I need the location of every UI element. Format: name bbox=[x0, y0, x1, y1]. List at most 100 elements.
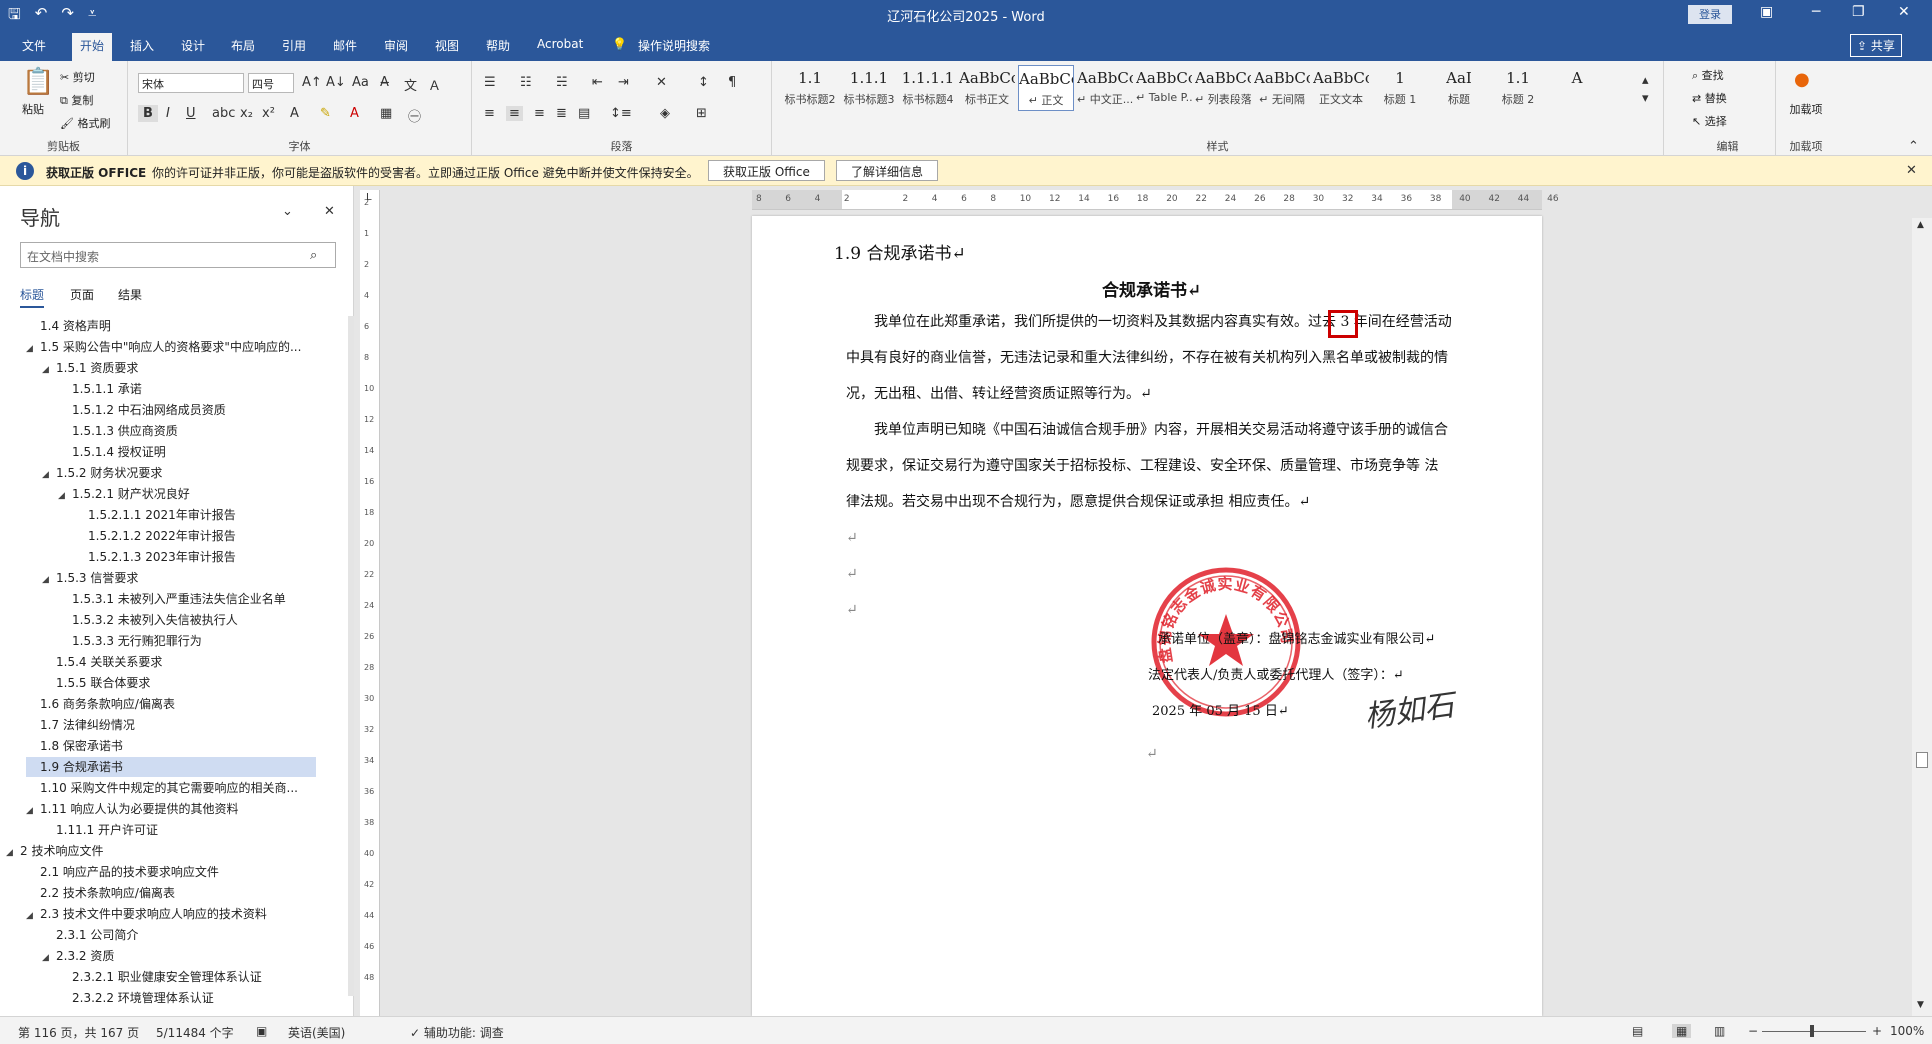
format-painter-button[interactable]: 🖌 格式刷 bbox=[60, 115, 110, 131]
tab-file[interactable]: 文件 bbox=[22, 37, 46, 54]
find-button[interactable]: ⌕ 查找 bbox=[1692, 67, 1724, 83]
style-item[interactable]: AaBbCcDdE 标书正文 bbox=[959, 65, 1015, 111]
search-icon[interactable]: ⌕ bbox=[310, 248, 317, 263]
style-item[interactable]: AaBbCcDd ↵ Table P... bbox=[1136, 65, 1192, 111]
chinese-layout-icon[interactable]: ✕ bbox=[656, 75, 667, 90]
align-left-icon[interactable]: ≡ bbox=[484, 106, 495, 121]
multilevel-list-icon[interactable]: ☵ bbox=[556, 75, 568, 90]
numbering-icon[interactable]: ☷ bbox=[520, 75, 532, 90]
font-size-combo[interactable]: 四号 bbox=[248, 73, 294, 93]
expand-triangle-icon[interactable]: ◢ bbox=[42, 948, 56, 968]
nav-close-icon[interactable]: ✕ bbox=[324, 204, 335, 219]
style-item[interactable]: 1.1.1 标书标题3 bbox=[841, 65, 897, 111]
nav-heading-item[interactable]: ◢ 1.5.2 财务状况要求 bbox=[42, 463, 316, 483]
nav-scrollbar[interactable] bbox=[348, 316, 354, 996]
scroll-thumb[interactable] bbox=[1916, 752, 1928, 768]
zoom-slider-thumb[interactable] bbox=[1810, 1025, 1814, 1037]
nav-heading-item[interactable]: 1.5.1.1 承诺 bbox=[58, 379, 316, 399]
print-layout-icon[interactable]: ▦ bbox=[1672, 1024, 1692, 1038]
ribbon-display-icon[interactable]: ▣ bbox=[1760, 4, 1773, 20]
expand-triangle-icon[interactable]: ◢ bbox=[42, 570, 56, 590]
nav-heading-item[interactable]: 1.5.2.1.1 2021年审计报告 bbox=[74, 505, 316, 525]
tab-selector-icon[interactable]: L bbox=[366, 192, 372, 203]
style-item[interactable]: AaI 标题 bbox=[1431, 65, 1487, 111]
learn-more-button[interactable]: 了解详细信息 bbox=[836, 160, 939, 181]
gallery-up-icon[interactable]: ▴ bbox=[1642, 73, 1649, 88]
nav-heading-item[interactable]: ◢ 1.5.3 信誉要求 bbox=[42, 568, 316, 588]
nav-heading-item[interactable]: ◢ 2.3.2 资质 bbox=[42, 946, 316, 966]
document-page[interactable]: 1.9 合规承诺书↵ 合规承诺书↵ 我单位在此郑重承诺，我们所提供的一切资料及其… bbox=[752, 216, 1542, 1016]
tab-layout[interactable]: 布局 bbox=[231, 37, 255, 54]
zoom-level[interactable]: 100% bbox=[1890, 1024, 1924, 1038]
shading-icon[interactable]: ◈ bbox=[660, 106, 670, 121]
char-shading-icon[interactable]: ▦ bbox=[380, 106, 392, 121]
italic-icon[interactable]: I bbox=[166, 106, 170, 121]
zoom-out-icon[interactable]: − bbox=[1748, 1024, 1758, 1038]
nav-heading-item[interactable]: 2.1 响应产品的技术要求响应文件 bbox=[26, 862, 316, 882]
underline-icon[interactable]: U bbox=[186, 106, 196, 121]
strikethrough-icon[interactable]: abc bbox=[212, 106, 235, 121]
scroll-up-icon[interactable]: ▲ bbox=[1917, 220, 1924, 230]
nav-heading-item[interactable]: ◢ 2 技术响应文件 bbox=[6, 841, 316, 861]
style-item[interactable]: AaBbCcDd ↵ 无间隔 bbox=[1254, 65, 1310, 111]
text-effects-icon[interactable]: A bbox=[290, 106, 299, 121]
distributed-icon[interactable]: ▤ bbox=[578, 106, 590, 121]
nav-heading-item[interactable]: 2.3.2.1 职业健康安全管理体系认证 bbox=[58, 967, 316, 987]
expand-triangle-icon[interactable]: ◢ bbox=[26, 339, 40, 359]
nav-heading-item[interactable]: 2.3.1 公司简介 bbox=[42, 925, 316, 945]
nav-heading-item[interactable]: 2.3.2.2 环境管理体系认证 bbox=[58, 988, 316, 1008]
nav-heading-item[interactable]: 1.7 法律纠纷情况 bbox=[26, 715, 316, 735]
get-genuine-button[interactable]: 获取正版 Office bbox=[708, 160, 825, 181]
highlight-icon[interactable]: ✎ bbox=[320, 106, 331, 121]
language[interactable]: 英语(美国) bbox=[288, 1024, 345, 1041]
nav-options-icon[interactable]: ⌄ bbox=[282, 204, 293, 219]
style-item[interactable]: AaBbCcDd ↵ 中文正... bbox=[1077, 65, 1133, 111]
line-spacing-icon[interactable]: ↕≡ bbox=[610, 106, 632, 121]
nav-search-input[interactable]: 在文档中搜索 bbox=[20, 242, 336, 268]
style-item[interactable]: 1 标题 1 bbox=[1372, 65, 1428, 111]
word-count[interactable]: 5/11484 个字 bbox=[156, 1024, 234, 1041]
nav-tab-pages[interactable]: 页面 bbox=[70, 286, 94, 303]
expand-triangle-icon[interactable]: ◢ bbox=[42, 465, 56, 485]
align-right-icon[interactable]: ≡ bbox=[534, 106, 545, 121]
vertical-scrollbar[interactable]: ▲ ▼ bbox=[1912, 218, 1932, 1016]
decrease-indent-icon[interactable]: ⇤ bbox=[592, 75, 603, 90]
paste-icon[interactable]: 📋 bbox=[22, 67, 54, 97]
superscript-icon[interactable]: x² bbox=[262, 106, 275, 121]
cut-button[interactable]: ✂ 剪切 bbox=[60, 69, 95, 85]
tell-me-search[interactable]: 操作说明搜索 bbox=[638, 37, 710, 54]
tab-review[interactable]: 审阅 bbox=[384, 37, 408, 54]
collapse-ribbon-icon[interactable]: ⌃ bbox=[1908, 139, 1919, 154]
gallery-down-icon[interactable]: ▾ bbox=[1642, 91, 1649, 106]
style-item[interactable]: 1.1 标题 2 bbox=[1490, 65, 1546, 111]
shrink-font-icon[interactable]: A↓ bbox=[326, 75, 346, 90]
font-color-icon[interactable]: A bbox=[350, 106, 359, 121]
style-item[interactable]: AaBbCcDd ↵ 列表段落 bbox=[1195, 65, 1251, 111]
nav-heading-item[interactable]: 1.5.2.1.2 2022年审计报告 bbox=[74, 526, 316, 546]
nav-heading-item[interactable]: 1.5.3.2 未被列入失信被执行人 bbox=[58, 610, 316, 630]
nav-heading-item[interactable]: ◢ 1.5.2.1 财产状况良好 bbox=[58, 484, 316, 504]
addins-button[interactable]: 加载项 bbox=[1786, 101, 1826, 117]
close-infobar-icon[interactable]: ✕ bbox=[1906, 163, 1917, 178]
style-item[interactable]: A bbox=[1549, 65, 1605, 111]
expand-triangle-icon[interactable]: ◢ bbox=[26, 801, 40, 821]
nav-heading-item[interactable]: 1.5.1.4 授权证明 bbox=[58, 442, 316, 462]
tab-design[interactable]: 设计 bbox=[181, 37, 205, 54]
nav-heading-item[interactable]: 1.9 合规承诺书 bbox=[26, 757, 316, 777]
borders-icon[interactable]: ⊞ bbox=[696, 106, 707, 121]
tab-home[interactable]: 开始 bbox=[72, 33, 113, 61]
nav-heading-item[interactable]: 1.5.5 联合体要求 bbox=[42, 673, 316, 693]
justify-icon[interactable]: ≣ bbox=[556, 106, 567, 121]
tab-acrobat[interactable]: Acrobat bbox=[537, 37, 583, 51]
zoom-in-icon[interactable]: + bbox=[1872, 1024, 1882, 1038]
tab-help[interactable]: 帮助 bbox=[486, 37, 510, 54]
nav-heading-item[interactable]: 1.5.1.2 中石油网络成员资质 bbox=[58, 400, 316, 420]
phonetic-guide-icon[interactable]: 文 bbox=[404, 75, 417, 94]
maximize-icon[interactable]: ❐ bbox=[1852, 4, 1865, 20]
nav-heading-item[interactable]: 1.6 商务条款响应/偏离表 bbox=[26, 694, 316, 714]
nav-heading-item[interactable]: 1.4 资格声明 bbox=[26, 316, 316, 336]
style-item[interactable]: 1.1.1.1 标书标题4 bbox=[900, 65, 956, 111]
nav-heading-item[interactable]: 1.5.2.1.3 2023年审计报告 bbox=[74, 547, 316, 567]
nav-heading-item[interactable]: 1.5.3.1 未被列入严重违法失信企业名单 bbox=[58, 589, 316, 609]
char-border-icon[interactable]: Ａ bbox=[428, 75, 441, 94]
